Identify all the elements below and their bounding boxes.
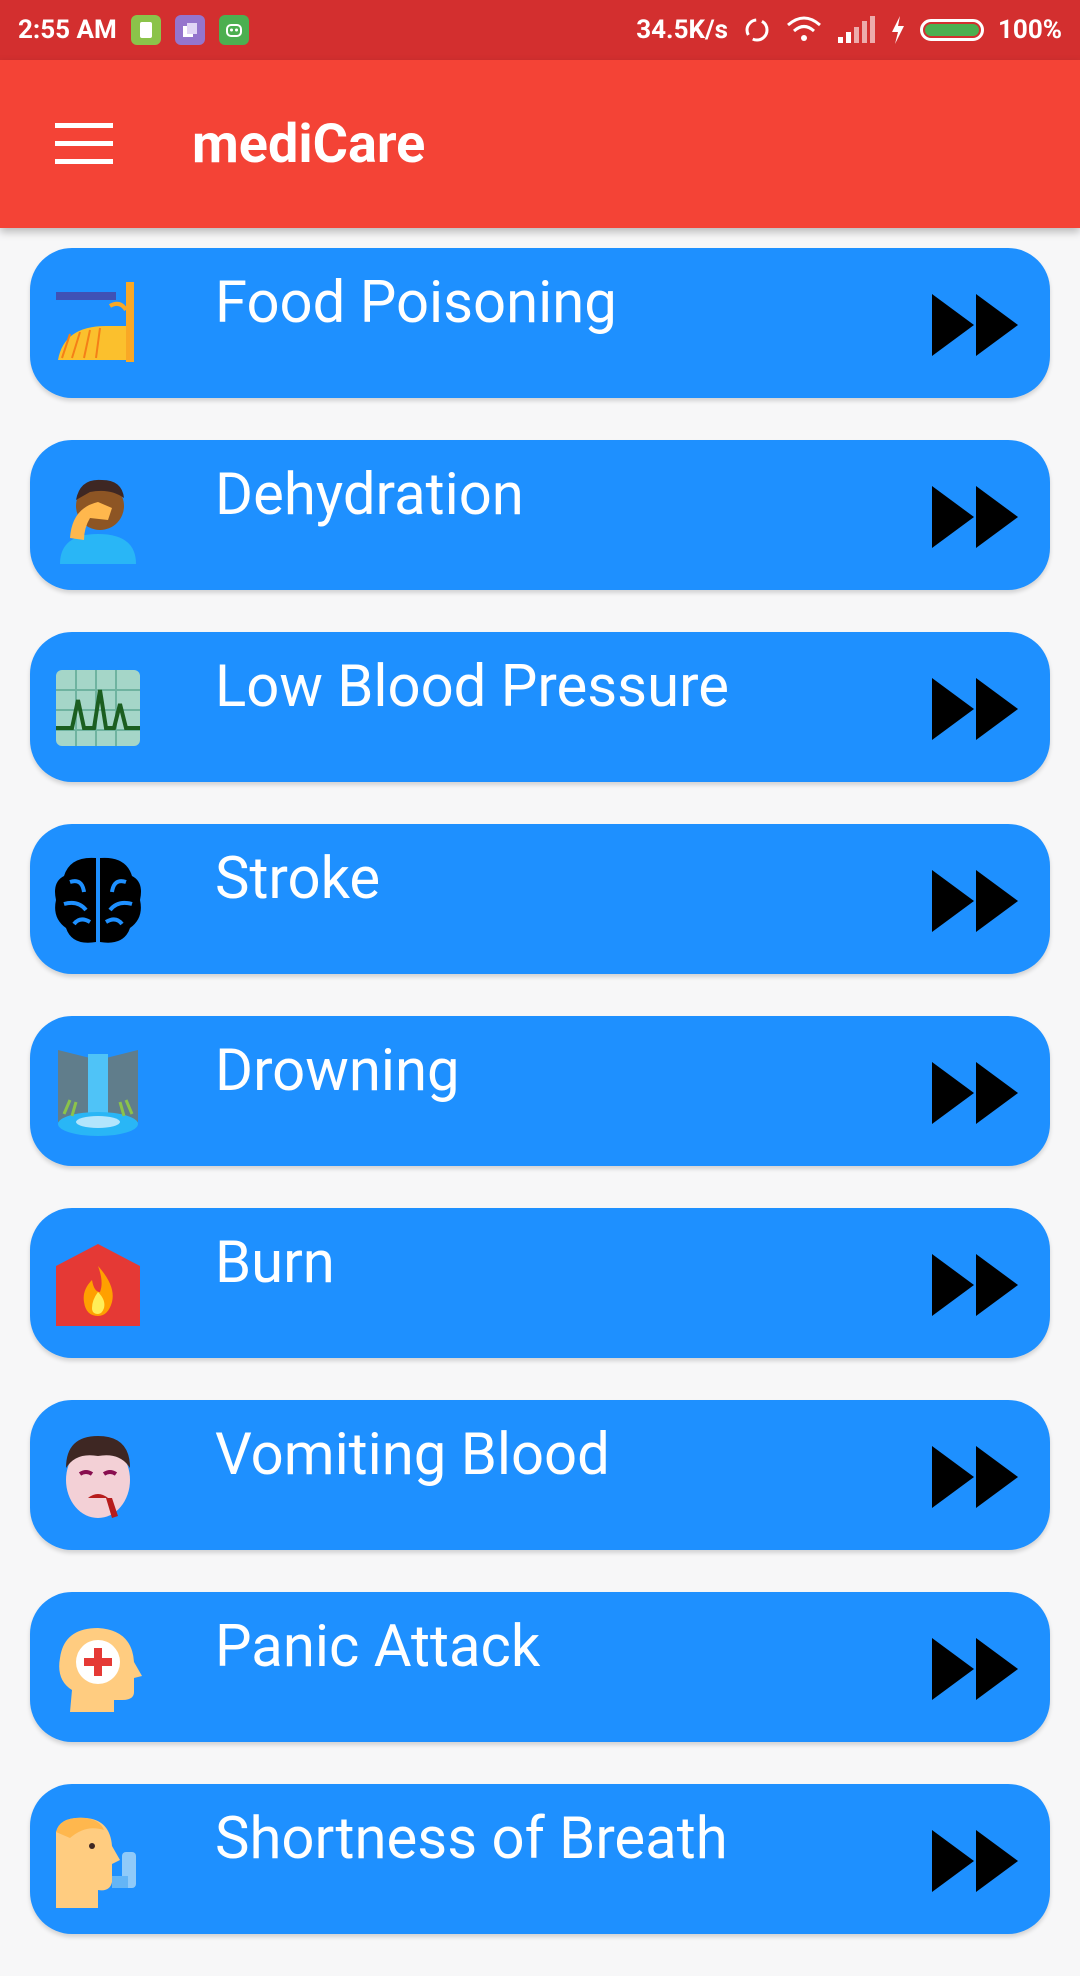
hamburger-menu-icon [55,123,113,164]
fire-house-icon [50,1236,146,1332]
sync-icon [745,18,769,42]
fast-forward-icon[interactable] [928,674,1024,744]
condition-label: Low Blood Pressure [215,653,729,721]
app-title: mediCare [192,112,426,176]
fast-forward-icon[interactable] [928,1826,1024,1896]
fast-forward-icon[interactable] [928,482,1024,552]
wifi-icon [787,16,822,41]
copy-app-icon [174,15,205,45]
vampire-face-icon [50,1428,146,1524]
status-time: 2:55 AM [18,15,117,45]
cell-signal-icon [838,16,876,43]
android-app-icon [218,15,249,45]
condition-label: Stroke [215,845,381,913]
condition-item-panic-attack[interactable]: Panic Attack [30,1592,1050,1742]
condition-list: Food Poisoning Dehydration Low Blood Pre… [30,248,1050,1976]
toilet-icon [50,276,146,372]
fast-forward-icon[interactable] [928,866,1024,936]
condition-label: Burn [215,1229,335,1297]
condition-label: Vomiting Blood [215,1421,610,1489]
battery-icon [920,19,985,41]
status-bar-left: 2:55 AM [18,15,249,45]
head-inhaler-icon [50,1812,146,1908]
charging-bolt-icon [892,16,905,44]
hamburger-menu-button[interactable] [24,84,144,204]
clipboard-app-icon [130,15,161,45]
condition-label: Drowning [215,1037,460,1105]
battery-percent: 100% [998,15,1062,45]
condition-item-low-blood-pressure[interactable]: Low Blood Pressure [30,632,1050,782]
condition-label: Shortness of Breath [215,1805,728,1873]
condition-item-drowning[interactable]: Drowning [30,1016,1050,1166]
condition-item-dehydration[interactable]: Dehydration [30,440,1050,590]
brain-icon [50,852,146,948]
condition-label: Dehydration [215,461,524,529]
condition-item-food-poisoning[interactable]: Food Poisoning [30,248,1050,398]
status-bar: 2:55 AM 34.5K/s 100% [0,0,1080,60]
condition-label: Panic Attack [215,1613,541,1681]
facepalm-person-icon [50,468,146,564]
status-bar-right: 34.5K/s 100% [636,15,1062,45]
condition-label: Food Poisoning [215,269,617,337]
condition-item-stroke[interactable]: Stroke [30,824,1050,974]
network-speed: 34.5K/s [636,15,729,45]
fast-forward-icon[interactable] [928,1058,1024,1128]
heart-monitor-icon [50,660,146,756]
condition-item-shortness-of-breath[interactable]: Shortness of Breath [30,1784,1050,1934]
fast-forward-icon[interactable] [928,1634,1024,1704]
condition-item-vomiting-blood[interactable]: Vomiting Blood [30,1400,1050,1550]
condition-item-burn[interactable]: Burn [30,1208,1050,1358]
fast-forward-icon[interactable] [928,290,1024,360]
fast-forward-icon[interactable] [928,1442,1024,1512]
head-medical-cross-icon [50,1620,146,1716]
fast-forward-icon[interactable] [928,1250,1024,1320]
app-bar: mediCare [0,60,1080,228]
waterfall-icon [50,1044,146,1140]
